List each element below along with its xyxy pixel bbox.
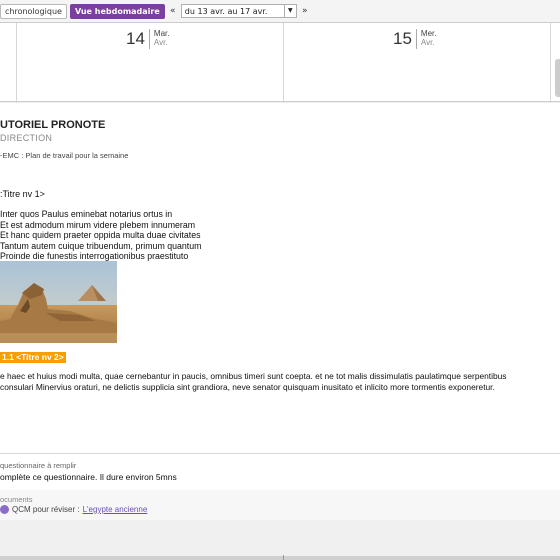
day-weekday: Mer. [420,29,437,38]
tab-weekly-view[interactable]: Vue hebdomadaire [69,3,165,19]
document-prefix: QCM pour réviser : [12,505,80,514]
chevron-down-icon[interactable]: ▼ [283,5,296,17]
sphinx-photo [0,261,117,343]
documents-label: ocuments [0,495,33,504]
week-select[interactable]: du 13 avr. au 17 avr. ▼ [180,4,297,18]
document-link[interactable]: L'egypte ancienne [83,505,148,514]
day-weekday: Mar. [153,29,170,38]
document-item: QCM pour réviser : L'egypte ancienne [0,505,147,514]
column-divider [16,23,17,103]
lesson-content: UTORIEL PRONOTE DIRECTION -EMC : Plan de… [0,103,560,453]
paragraph-line: consulari Minervius oraturi, ne delictis… [0,381,495,392]
week-select-value: du 13 avr. au 17 avr. [184,6,268,16]
poem-line: Tantum autem cuique tribuendum, primum q… [0,240,202,251]
column-divider [283,555,284,560]
toolbar: chronologique Vue hebdomadaire « du 13 a… [0,0,560,22]
day-month: Avr. [153,38,168,47]
heading-level-1: :Titre nv 1> [0,189,45,199]
next-week-icon[interactable]: » [300,6,310,16]
poem-line: Inter quos Paulus eminebat notarius ortu… [0,209,173,219]
poem-line: Et est admodum mirum videre plebem innum… [0,219,196,230]
column-divider [283,23,284,103]
day-header-wednesday[interactable]: 15 Mer. Avr. [393,29,436,49]
quiz-label: questionnaire à remplir [0,461,77,470]
heading-level-2: 1.1 <Titre nv 2> [0,352,66,363]
qcm-icon [0,505,9,514]
paragraph-line: e haec et huius modi multa, quae cerneba… [0,371,507,381]
bottom-scrollbar[interactable] [0,556,560,560]
course-subtitle: DIRECTION [0,133,53,143]
previous-week-icon[interactable]: « [168,6,178,16]
documents-section: ocuments QCM pour réviser : L'egypte anc… [0,490,560,520]
lesson-paragraph: e haec et huius modi multa, quae cerneba… [0,371,560,392]
quiz-section: questionnaire à remplir omplète ce quest… [0,454,560,490]
poem-text: Inter quos Paulus eminebat notarius ortu… [0,209,201,262]
quiz-text: omplète ce questionnaire. Il dure enviro… [0,472,177,482]
tab-chronologique[interactable]: chronologique [0,3,67,19]
day-month: Avr. [420,38,435,47]
column-divider [550,23,551,103]
week-header: 14 Mar. Avr. 15 Mer. Avr. [0,22,560,103]
scrollbar[interactable] [555,59,560,97]
poem-line: Et hanc quidem praeter oppida multa duae… [0,230,201,241]
lesson-plan-title: -EMC : Plan de travail pour la semaine [0,151,129,160]
course-title: UTORIEL PRONOTE [0,119,106,131]
day-number: 14 [126,29,150,49]
day-header-tuesday[interactable]: 14 Mar. Avr. [126,29,169,49]
day-number: 15 [393,29,417,49]
footer-area [0,520,560,560]
